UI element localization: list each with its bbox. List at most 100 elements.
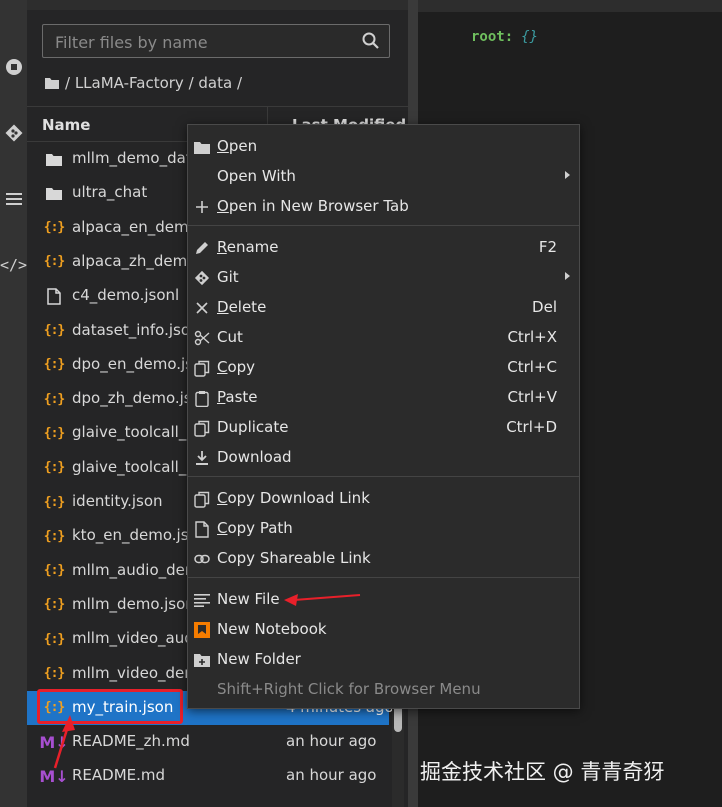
editor-tab-bar: [418, 0, 722, 12]
notebook-icon: [193, 621, 211, 639]
menu-item-label: Open in New Browser Tab: [217, 197, 409, 215]
menu-item-shortcut: Del: [532, 298, 557, 316]
annotation-arrow: [284, 594, 361, 606]
git-icon[interactable]: [0, 118, 27, 148]
menu-item-copy-shareable-link[interactable]: Copy Shareable Link: [188, 544, 579, 574]
json-file-icon: {:}: [43, 425, 66, 441]
menu-item-open[interactable]: Open: [188, 132, 579, 162]
chevron-right-icon: [565, 272, 570, 280]
menu-item-shortcut: Ctrl+V: [507, 388, 557, 406]
file-name: README.md: [72, 766, 166, 785]
copy-icon: [193, 490, 211, 508]
menu-separator: [188, 577, 579, 578]
scissors-icon: [193, 329, 211, 347]
file-name: dataset_info.json: [72, 320, 200, 339]
duplicate-icon: [193, 419, 211, 437]
running-icon[interactable]: [0, 52, 27, 82]
file-name: c4_demo.jsonl: [72, 286, 180, 305]
menu-item-label: Cut: [217, 328, 243, 346]
link-icon: [193, 550, 211, 568]
menu-item-label: New File: [217, 590, 280, 608]
context-menu: Open Open With Open in New Browser Tab Rena…: [187, 124, 580, 709]
file-name: README_zh.md: [72, 732, 190, 751]
menu-item-git[interactable]: Git: [188, 263, 579, 293]
json-file-icon: {:}: [43, 391, 66, 407]
json-file-icon: {:}: [43, 220, 66, 236]
json-key: root:: [471, 29, 514, 45]
json-viewer-root[interactable]: root: {}: [471, 29, 538, 45]
watermark: 掘金技术社区 @ 青青奇犽: [420, 760, 665, 784]
menu-item-rename[interactable]: Rename F2: [188, 233, 579, 263]
menu-item-label: Git: [217, 268, 239, 286]
menu-item-new-notebook[interactable]: New Notebook: [188, 615, 579, 645]
filter-box: [42, 24, 390, 59]
pencil-icon: [193, 239, 211, 257]
file-row[interactable]: M↓ README.md an hour ago: [27, 759, 389, 793]
file-name: ultra_chat: [72, 183, 148, 202]
file-name: mllm_demo_data: [72, 149, 201, 167]
menu-item-shortcut: Ctrl+X: [507, 328, 557, 346]
text-lines-icon: [193, 591, 211, 609]
file-icon: [193, 520, 211, 538]
clipboard-icon: [193, 389, 211, 407]
json-file-icon: {:}: [43, 323, 66, 338]
menu-item-paste[interactable]: Paste Ctrl+V: [188, 383, 579, 413]
menu-item-copy-download-link[interactable]: Copy Download Link: [188, 484, 579, 514]
search-icon[interactable]: [361, 31, 381, 51]
file-row[interactable]: M↓ README_zh.md an hour ago: [27, 725, 389, 759]
menu-item-label: Rename: [217, 238, 279, 256]
table-of-contents-icon[interactable]: [0, 184, 27, 214]
json-value: {}: [521, 29, 539, 45]
breadcrumb: / LLaMA-Factory / data /: [45, 74, 242, 92]
menu-item-label: Copy Download Link: [217, 489, 370, 507]
json-file-icon: {:}: [43, 563, 66, 579]
menu-item-copy[interactable]: Copy Ctrl+C: [188, 353, 579, 383]
menu-item-label: Delete: [217, 298, 267, 316]
json-file-icon: {:}: [43, 631, 66, 647]
filter-input[interactable]: [43, 25, 357, 59]
menu-item-shortcut: Ctrl+C: [507, 358, 557, 376]
file-modified: an hour ago: [286, 732, 377, 751]
json-file-icon: {:}: [43, 460, 66, 476]
menu-item-label: Shift+Right Click for Browser Menu: [217, 680, 481, 698]
file-modified: an hour ago: [286, 766, 377, 785]
json-file-icon: {:}: [43, 666, 66, 681]
folder-icon[interactable]: [45, 77, 59, 89]
column-name[interactable]: Name: [42, 116, 90, 134]
menu-item-label: New Folder: [217, 650, 301, 668]
json-file-icon: {:}: [43, 254, 66, 270]
json-file-icon: {:}: [43, 528, 66, 544]
menu-item-open-with[interactable]: Open With: [188, 162, 579, 192]
extensions-icon[interactable]: </>: [0, 250, 27, 280]
menu-item-download[interactable]: Download: [188, 443, 579, 473]
menu-item-label: Copy Shareable Link: [217, 549, 371, 567]
menu-item-label: Open With: [217, 167, 296, 185]
new-folder-icon: [193, 651, 211, 669]
menu-item-open-in-new-browser-tab[interactable]: Open in New Browser Tab: [188, 192, 579, 222]
copy-icon: [193, 359, 211, 377]
menu-item-label: Download: [217, 448, 292, 466]
menu-item-label: New Notebook: [217, 620, 327, 638]
menu-item-cut[interactable]: Cut Ctrl+X: [188, 323, 579, 353]
file-icon: [45, 286, 63, 306]
menu-item-duplicate[interactable]: Duplicate Ctrl+D: [188, 413, 579, 443]
menu-item-label: Duplicate: [217, 418, 289, 436]
activity-bar: </>: [0, 0, 27, 807]
menu-item-delete[interactable]: Delete Del: [188, 293, 579, 323]
json-file-icon: {:}: [43, 494, 66, 510]
file-name: identity.json: [72, 492, 163, 510]
menu-item-label: Open: [217, 137, 258, 155]
menu-item-new-file[interactable]: New File: [188, 585, 579, 615]
menu-separator: [188, 476, 579, 477]
menu-item-shift-right-click-for-browser-menu: Shift+Right Click for Browser Menu: [188, 675, 579, 705]
menu-item-label: Copy Path: [217, 519, 293, 537]
menu-item-copy-path[interactable]: Copy Path: [188, 514, 579, 544]
breadcrumb-path[interactable]: / LLaMA-Factory / data /: [65, 74, 242, 92]
plus-icon: [193, 198, 211, 216]
menu-item-new-folder[interactable]: New Folder: [188, 645, 579, 675]
annotation-arrow: [53, 715, 75, 769]
folder-icon: [45, 149, 63, 169]
menu-item-label: Copy: [217, 358, 256, 376]
json-file-icon: {:}: [43, 597, 66, 613]
menu-item-label: Paste: [217, 388, 258, 406]
